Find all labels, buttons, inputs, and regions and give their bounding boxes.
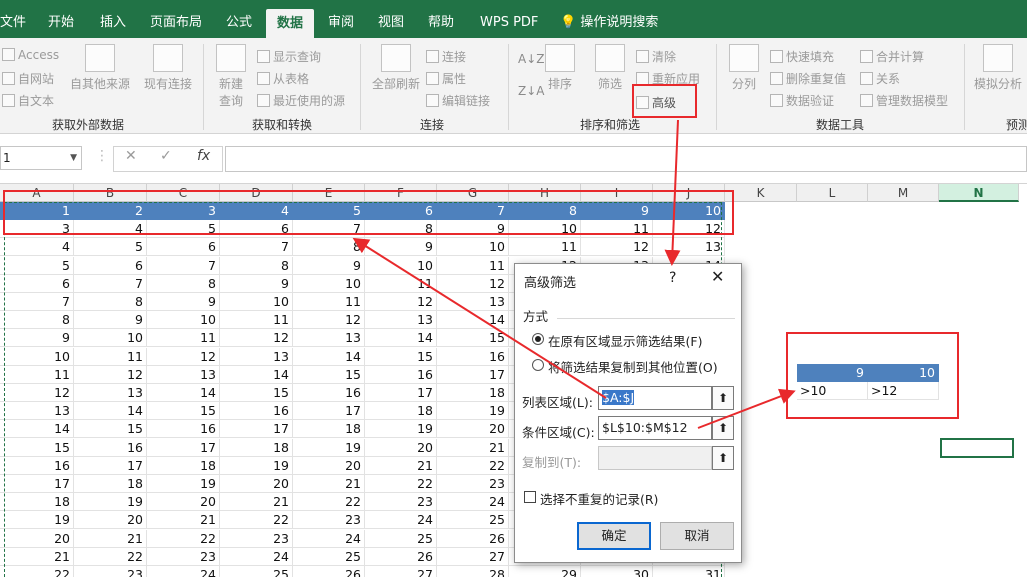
annotation-arrows (352, 119, 796, 429)
excel-window: 文件 开始 插入 页面布局 公式 数据 审阅 视图 帮助 WPS PDF 💡 操… (0, 0, 1027, 577)
arrow-list-range-to-data (352, 237, 607, 399)
arrow-advanced-to-dialog (664, 119, 681, 266)
arrow-criteria-to-cells (697, 388, 796, 429)
